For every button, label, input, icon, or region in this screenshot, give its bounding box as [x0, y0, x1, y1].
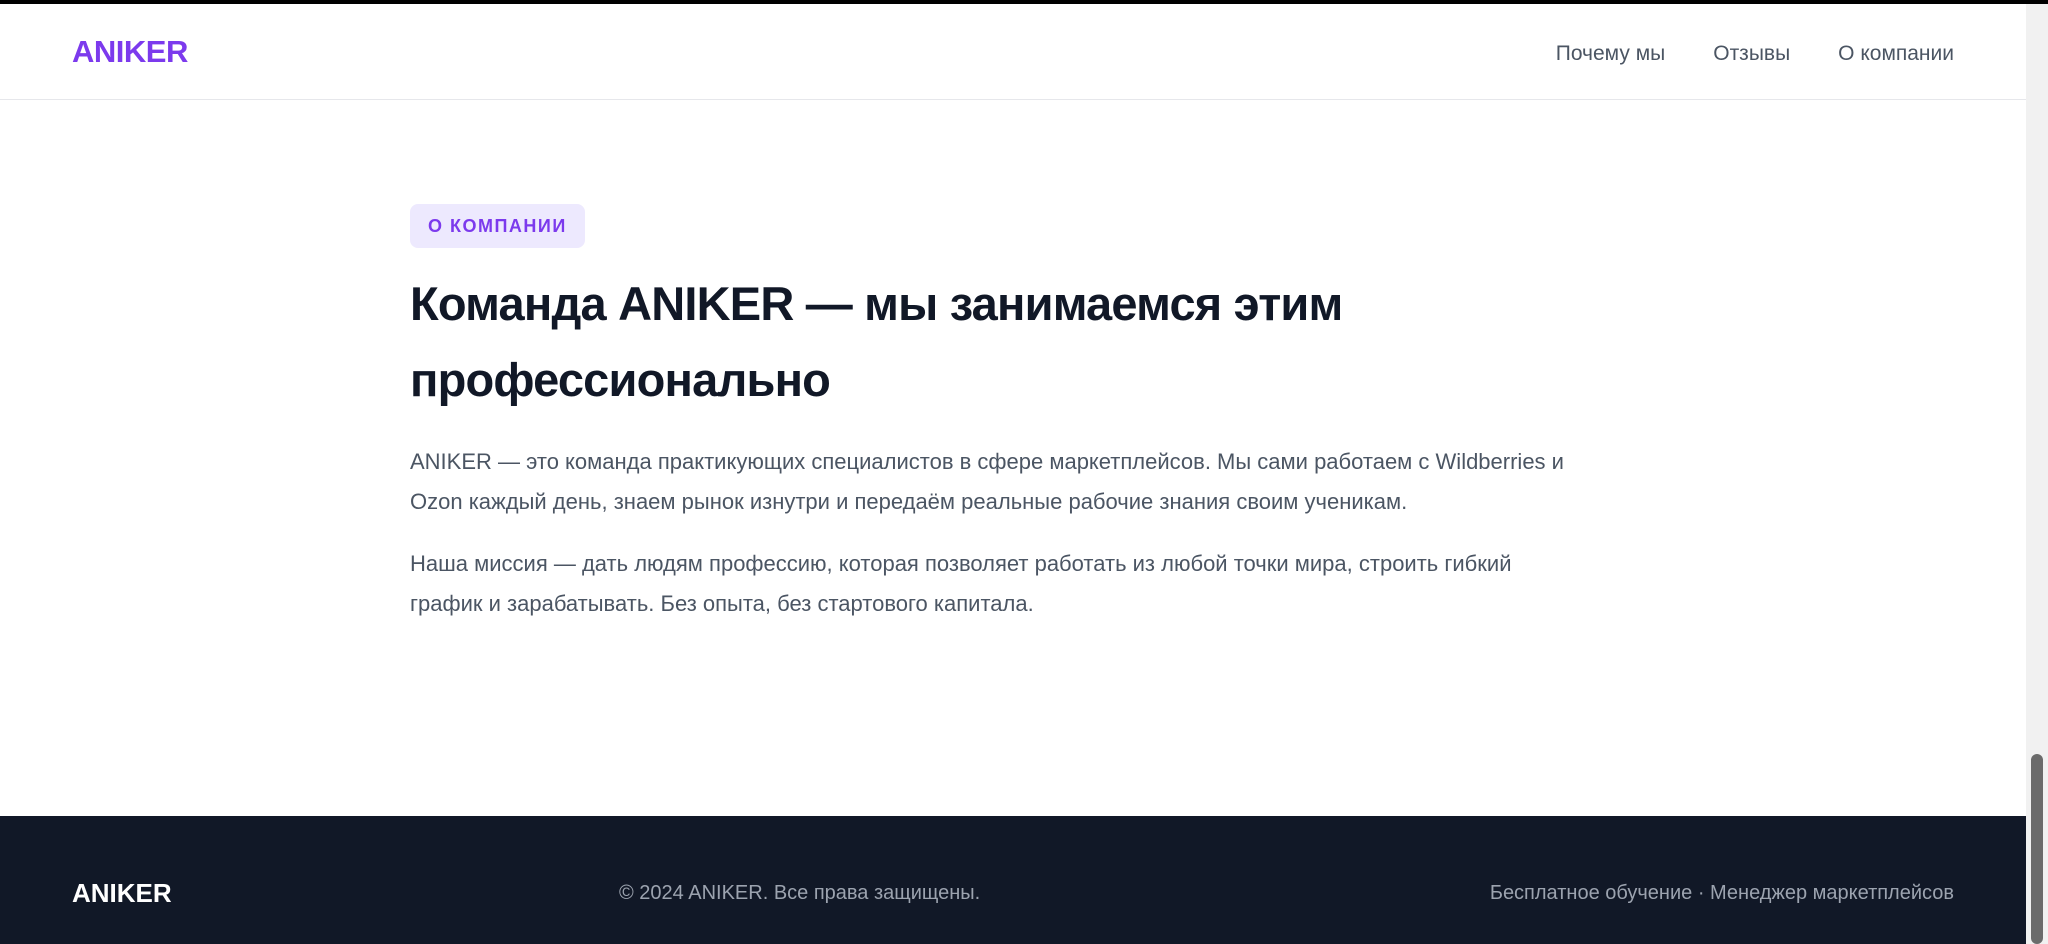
header-logo[interactable]: ANIKER	[72, 34, 188, 70]
about-paragraph-1: ANIKER — это команда практикующих специа…	[410, 449, 1564, 514]
scrollbar-thumb[interactable]	[2031, 754, 2043, 944]
main-nav: Почему мы Отзывы О компании	[1556, 42, 1954, 66]
footer-logo: ANIKER	[72, 878, 172, 908]
site-footer: ANIKER © 2024 ANIKER. Все права защищены…	[0, 816, 2026, 944]
footer-copyright: © 2024 ANIKER. Все права защищены.	[619, 882, 981, 904]
section-badge: О КОМПАНИИ	[410, 204, 585, 248]
about-section: О КОМПАНИИ Команда ANIKER — мы занимаемс…	[410, 204, 1610, 624]
section-title: Команда ANIKER — мы занимаемся этим проф…	[410, 277, 1343, 406]
page-scrollbar[interactable]	[2026, 4, 2048, 944]
nav-link-reviews[interactable]: Отзывы	[1713, 42, 1790, 66]
site-header: ANIKER Почему мы Отзывы О компании	[0, 4, 2026, 100]
nav-link-about[interactable]: О компании	[1838, 42, 1954, 66]
footer-tagline: Бесплатное обучение · Менеджер маркетпле…	[1489, 882, 1954, 904]
nav-link-why-us[interactable]: Почему мы	[1556, 42, 1665, 66]
page: ANIKER Почему мы Отзывы О компании О КОМ…	[0, 4, 2026, 944]
about-paragraph-2: Наша миссия — дать людям профессию, кото…	[410, 551, 1512, 616]
